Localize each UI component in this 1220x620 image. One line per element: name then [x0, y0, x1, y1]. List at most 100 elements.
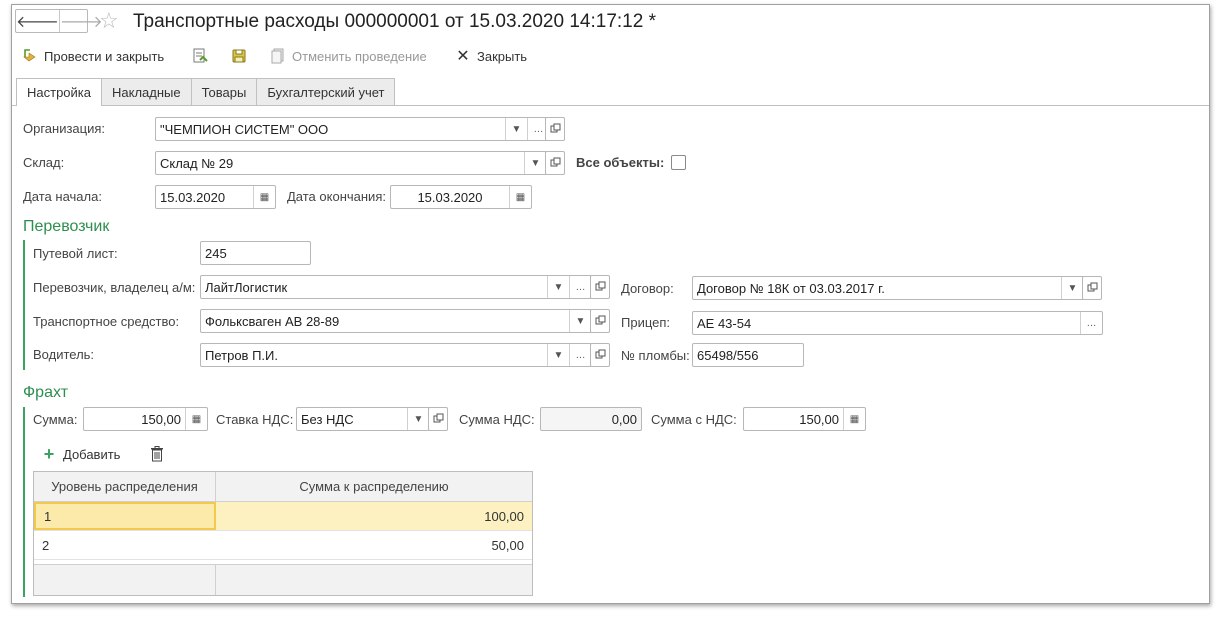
trailer-field[interactable]: АЕ 43-54 … [692, 311, 1103, 335]
driver-field[interactable]: Петров П.И. ▼ … [200, 343, 592, 367]
save-button[interactable] [231, 46, 253, 66]
open-icon [595, 314, 606, 329]
end-date-value: 15.03.2020 [417, 189, 483, 205]
open-warehouse-button[interactable] [545, 151, 565, 175]
calculator-icon[interactable]: ▦ [843, 408, 865, 430]
vat-sum-value: 0,00 [611, 411, 637, 427]
contract-value: Договор № 18К от 03.03.2017 г. [697, 280, 885, 296]
seal-field[interactable]: 65498/556 [692, 343, 804, 367]
back-arrow-icon[interactable]: 🡐 [16, 10, 60, 32]
contract-field[interactable]: Договор № 18К от 03.03.2017 г. ▼ [692, 276, 1084, 300]
table-row[interactable]: 2 50,00 [34, 531, 532, 560]
calendar-icon[interactable]: ▦ [509, 186, 531, 208]
carrier-section-title: Перевозчик [23, 218, 110, 235]
open-org-button[interactable] [545, 117, 565, 141]
cancel-posting-icon [270, 48, 286, 64]
ellipsis-icon[interactable]: … [569, 276, 591, 298]
post-close-icon [22, 48, 38, 64]
driver-label: Водитель: [33, 347, 95, 362]
cell-level[interactable]: 1 [34, 502, 216, 530]
contract-label: Договор: [621, 281, 674, 296]
dropdown-arrow-icon[interactable]: ▼ [505, 118, 527, 140]
dropdown-arrow-icon[interactable]: ▼ [547, 344, 569, 366]
open-driver-button[interactable] [590, 343, 610, 367]
sum-value: 150,00 [141, 411, 181, 427]
close-label: Закрыть [477, 48, 528, 64]
cell-level[interactable]: 2 [34, 531, 216, 559]
post-button[interactable] [192, 46, 214, 66]
vehicle-label: Транспортное средство: [33, 314, 180, 329]
favorite-star-icon[interactable]: ☆ [99, 8, 119, 34]
end-date-field[interactable]: 15.03.2020 ▦ [390, 185, 532, 209]
dropdown-arrow-icon[interactable]: ▼ [524, 152, 546, 174]
carrier-section-bar [23, 240, 25, 370]
open-icon [433, 412, 444, 427]
calendar-icon[interactable]: ▦ [253, 186, 275, 208]
vat-sum-label: Сумма НДС: [459, 412, 535, 427]
open-carrier-button[interactable] [590, 275, 610, 299]
tab-bar: Настройка Накладные Товары Бухгалтерский… [16, 78, 396, 106]
org-field[interactable]: "ЧЕМПИОН СИСТЕМ" ООО ▼ … [155, 117, 550, 141]
dropdown-arrow-icon[interactable]: ▼ [1061, 277, 1083, 299]
table-footer [34, 564, 532, 595]
cancel-posting-button[interactable]: Отменить проведение [270, 46, 427, 66]
waybill-field[interactable]: 245 [200, 241, 311, 265]
open-icon [1087, 281, 1098, 296]
table-row[interactable]: 1 100,00 [34, 502, 532, 531]
carrier-owner-field[interactable]: ЛайтЛогистик ▼ … [200, 275, 592, 299]
warehouse-field[interactable]: Склад № 29 ▼ [155, 151, 547, 175]
add-row-label: Добавить [63, 446, 121, 462]
start-date-label: Дата начала: [23, 189, 102, 204]
cell-amount[interactable]: 50,00 [216, 531, 532, 559]
sum-with-vat-field[interactable]: 150,00 ▦ [743, 407, 866, 431]
tab-invoices[interactable]: Накладные [101, 78, 192, 105]
vat-rate-label: Ставка НДС: [216, 412, 294, 427]
open-vehicle-button[interactable] [590, 309, 610, 333]
seal-value: 65498/556 [697, 347, 759, 363]
dropdown-arrow-icon[interactable]: ▼ [569, 310, 591, 332]
forward-arrow-icon[interactable]: 🡒 [60, 10, 103, 32]
driver-value: Петров П.И. [205, 347, 278, 363]
trailer-value: АЕ 43-54 [697, 315, 752, 331]
sum-field[interactable]: 150,00 ▦ [83, 407, 208, 431]
column-header-amount[interactable]: Сумма к распределению [216, 472, 532, 501]
vat-rate-value: Без НДС [301, 411, 354, 427]
open-icon [595, 280, 606, 295]
tab-accounting[interactable]: Бухгалтерский учет [256, 78, 396, 105]
freight-section-bar [23, 407, 25, 597]
dropdown-arrow-icon[interactable]: ▼ [407, 408, 429, 430]
column-header-level[interactable]: Уровень распределения [34, 472, 216, 501]
freight-section-title: Фрахт [23, 384, 69, 401]
open-icon [595, 348, 606, 363]
vehicle-field[interactable]: Фольксваген АВ 28-89 ▼ [200, 309, 592, 333]
tab-divider [12, 105, 1209, 106]
waybill-value: 245 [205, 245, 227, 261]
delete-row-button[interactable] [149, 444, 171, 464]
save-disk-icon [231, 48, 247, 64]
ellipsis-icon[interactable]: … [569, 344, 591, 366]
start-date-field[interactable]: 15.03.2020 ▦ [155, 185, 276, 209]
vat-sum-field: 0,00 [540, 407, 642, 431]
cell-amount[interactable]: 100,00 [216, 502, 532, 530]
plus-icon: + [43, 443, 55, 464]
open-contract-button[interactable] [1082, 276, 1102, 300]
distribution-table: Уровень распределения Сумма к распределе… [33, 471, 533, 596]
tab-settings[interactable]: Настройка [16, 78, 102, 106]
tab-goods[interactable]: Товары [190, 78, 258, 105]
ellipsis-icon[interactable]: … [1080, 312, 1102, 334]
start-date-value: 15.03.2020 [160, 189, 226, 205]
all-objects-checkbox[interactable] [671, 155, 686, 170]
post-and-close-button[interactable]: Провести и закрыть [22, 46, 164, 66]
seal-label: № пломбы: [621, 348, 690, 363]
open-icon [550, 122, 561, 137]
footer-cell-level [34, 565, 216, 595]
warehouse-value: Склад № 29 [160, 155, 234, 171]
calculator-icon[interactable]: ▦ [185, 408, 207, 430]
open-vat-rate-button[interactable] [428, 407, 448, 431]
org-value: "ЧЕМПИОН СИСТЕМ" ООО [160, 121, 329, 137]
add-row-button[interactable]: + Добавить [41, 443, 121, 464]
end-date-label: Дата окончания: [287, 189, 386, 204]
dropdown-arrow-icon[interactable]: ▼ [547, 276, 569, 298]
vat-rate-field[interactable]: Без НДС ▼ [296, 407, 430, 431]
close-button[interactable]: ✕ Закрыть [455, 46, 527, 66]
